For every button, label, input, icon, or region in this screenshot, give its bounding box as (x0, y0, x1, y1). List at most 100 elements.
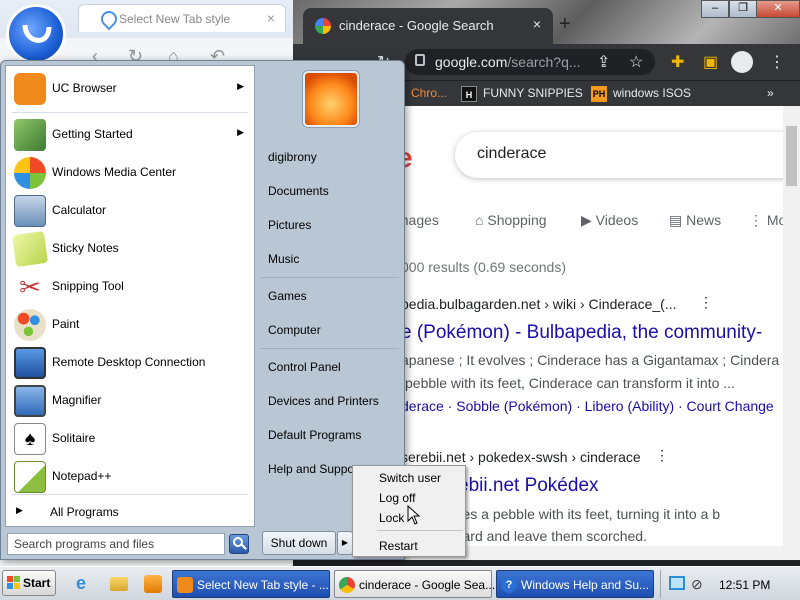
uc-tab-close-button[interactable]: × (267, 10, 275, 26)
google-search-box[interactable]: cinderace (455, 132, 783, 178)
share-icon[interactable]: ⇪ (597, 52, 610, 72)
task-label: cinderace - Google Sea... (359, 578, 496, 592)
scissors-icon: ✂ (19, 272, 41, 302)
uc-tab-title: Select New Tab style (119, 12, 231, 26)
bookmarks-overflow-icon[interactable]: » (767, 86, 774, 100)
menu-item-label: Restart (379, 539, 418, 553)
program-windows-media-center[interactable]: Windows Media Center (8, 154, 252, 192)
result-1-sitelinks[interactable]: derace · Sobble (Pokémon) · Libero (Abil… (401, 398, 774, 414)
shut-down-options-arrow[interactable]: ▶ (337, 531, 353, 555)
chrome-icon (339, 577, 355, 593)
program-snipping-tool[interactable]: ✂ Snipping Tool (8, 268, 252, 306)
program-notepadpp[interactable]: Notepad++ (8, 458, 252, 496)
scrollbar-thumb[interactable] (786, 126, 797, 186)
network-icon[interactable] (669, 576, 685, 590)
place-label: Documents (268, 184, 329, 198)
new-tab-button[interactable]: + (559, 13, 571, 36)
vertical-scrollbar[interactable] (783, 106, 800, 560)
chrome-titlebar: cinderace - Google Search × + – ❐ ✕ (293, 0, 800, 44)
place-label: Games (268, 289, 307, 303)
program-solitaire[interactable]: ♠ Solitaire (8, 420, 252, 458)
place-user-folder[interactable]: digibrony (263, 145, 401, 169)
result-1-title[interactable]: e (Pokémon) - Bulbapedia, the community- (401, 322, 762, 344)
media-player-icon[interactable] (144, 575, 162, 593)
place-control-panel[interactable]: Control Panel (263, 355, 401, 379)
play-icon: ▶ (581, 212, 596, 228)
address-bar[interactable]: google.com/search?q... (405, 49, 655, 75)
place-default-programs[interactable]: Default Programs (263, 423, 401, 447)
program-calculator[interactable]: Calculator (8, 192, 252, 230)
place-computer[interactable]: Computer (263, 318, 401, 342)
place-pictures[interactable]: Pictures (263, 213, 401, 237)
all-programs-label: All Programs (50, 505, 119, 519)
program-label: Calculator (52, 203, 107, 217)
program-paint[interactable]: Paint (8, 306, 252, 344)
start-search-input[interactable] (7, 533, 225, 555)
menu-item-label: Log off (379, 491, 416, 505)
start-button[interactable]: Start (2, 570, 56, 596)
menu-item-switch-user[interactable]: Switch user (355, 468, 463, 488)
taskbar: Start e Select New Tab style - ... cinde… (0, 566, 800, 600)
start-search-bar (7, 533, 251, 555)
chrome-tab-close-button[interactable]: × (533, 16, 541, 32)
program-label: Sticky Notes (52, 241, 119, 255)
all-programs-button[interactable]: ▶ All Programs (8, 500, 252, 524)
magnifier-icon (14, 385, 46, 417)
place-label: Pictures (268, 218, 312, 232)
taskbar-uc-browser[interactable]: Select New Tab style - ... (172, 570, 330, 598)
lock-icon[interactable] (415, 54, 425, 66)
google-favicon-icon (315, 18, 331, 34)
close-window-button[interactable]: ✕ (756, 0, 800, 18)
bookmark-funny-snippies[interactable]: H FUNNY SNIPPIES (461, 86, 583, 102)
uc-browser-icon (14, 73, 46, 105)
result-2-more-icon[interactable]: ⋮ (655, 447, 669, 464)
volume-muted-icon[interactable]: ⊘ (691, 576, 703, 593)
program-label: UC Browser (52, 81, 117, 95)
program-sticky-notes[interactable]: Sticky Notes (8, 230, 252, 268)
result-1-more-icon[interactable]: ⋮ (699, 294, 713, 311)
side-panel-icon[interactable]: ▣ (703, 52, 718, 72)
shut-down-button[interactable]: Shut down (262, 531, 336, 555)
tab-videos[interactable]: ▶ Videos (581, 212, 638, 229)
internet-explorer-icon[interactable]: e (76, 573, 96, 593)
clock[interactable]: 12:51 PM (719, 578, 770, 592)
places-pane: digibrony Documents Pictures Music Games… (259, 65, 403, 527)
program-label: Magnifier (52, 393, 102, 407)
bookmark-windows-isos[interactable]: PH windows ISOS (591, 86, 691, 102)
uc-browser-logo-icon[interactable] (6, 4, 66, 64)
task-label: Windows Help and Su... (521, 578, 650, 592)
minimize-button[interactable]: – (701, 0, 729, 18)
tab-shopping[interactable]: ⌂ Shopping (475, 212, 547, 228)
place-devices-and-printers[interactable]: Devices and Printers (263, 389, 401, 413)
program-remote-desktop[interactable]: Remote Desktop Connection (8, 344, 252, 382)
program-getting-started[interactable]: Getting Started ▶ (8, 116, 252, 154)
search-button[interactable] (229, 534, 249, 554)
place-music[interactable]: Music (263, 247, 401, 271)
paint-palette-icon (14, 309, 46, 341)
chrome-menu-icon[interactable]: ⋮ (769, 52, 785, 72)
program-magnifier[interactable]: Magnifier (8, 382, 252, 420)
pinned-separator (12, 112, 248, 113)
news-icon: ▤ (669, 212, 687, 228)
file-explorer-icon[interactable] (110, 577, 128, 591)
tab-more[interactable]: ⋮ Mo (749, 212, 783, 229)
place-documents[interactable]: Documents (263, 179, 401, 203)
tag-icon: ⌂ (475, 212, 488, 228)
bookmark-star-icon[interactable]: ☆ (629, 52, 643, 72)
chrome-tab-cinderace[interactable]: cinderace - Google Search × (303, 8, 553, 44)
maximize-button[interactable]: ❐ (729, 0, 757, 18)
user-picture-avatar[interactable] (303, 71, 359, 127)
taskbar-windows-help[interactable]: ? Windows Help and Su... (496, 570, 654, 598)
uc-tab-select-new-tab-style[interactable]: Select New Tab style × (78, 4, 286, 32)
result-1-cite: pedia.bulbagarden.net › wiki › Cinderace… (401, 296, 677, 312)
more-dots-icon: ⋮ (749, 212, 767, 228)
bookmark-chro[interactable]: Chro... (411, 86, 447, 100)
tab-news[interactable]: ▤ News (669, 212, 721, 229)
menu-item-restart[interactable]: Restart (355, 536, 463, 556)
taskbar-chrome[interactable]: cinderace - Google Sea... (334, 570, 496, 598)
profile-avatar-icon[interactable] (731, 51, 753, 73)
place-label: Help and Support (268, 462, 362, 476)
place-games[interactable]: Games (263, 284, 401, 308)
extensions-puzzle-icon[interactable]: ✚ (671, 52, 684, 72)
program-uc-browser[interactable]: UC Browser ▶ (8, 70, 252, 108)
